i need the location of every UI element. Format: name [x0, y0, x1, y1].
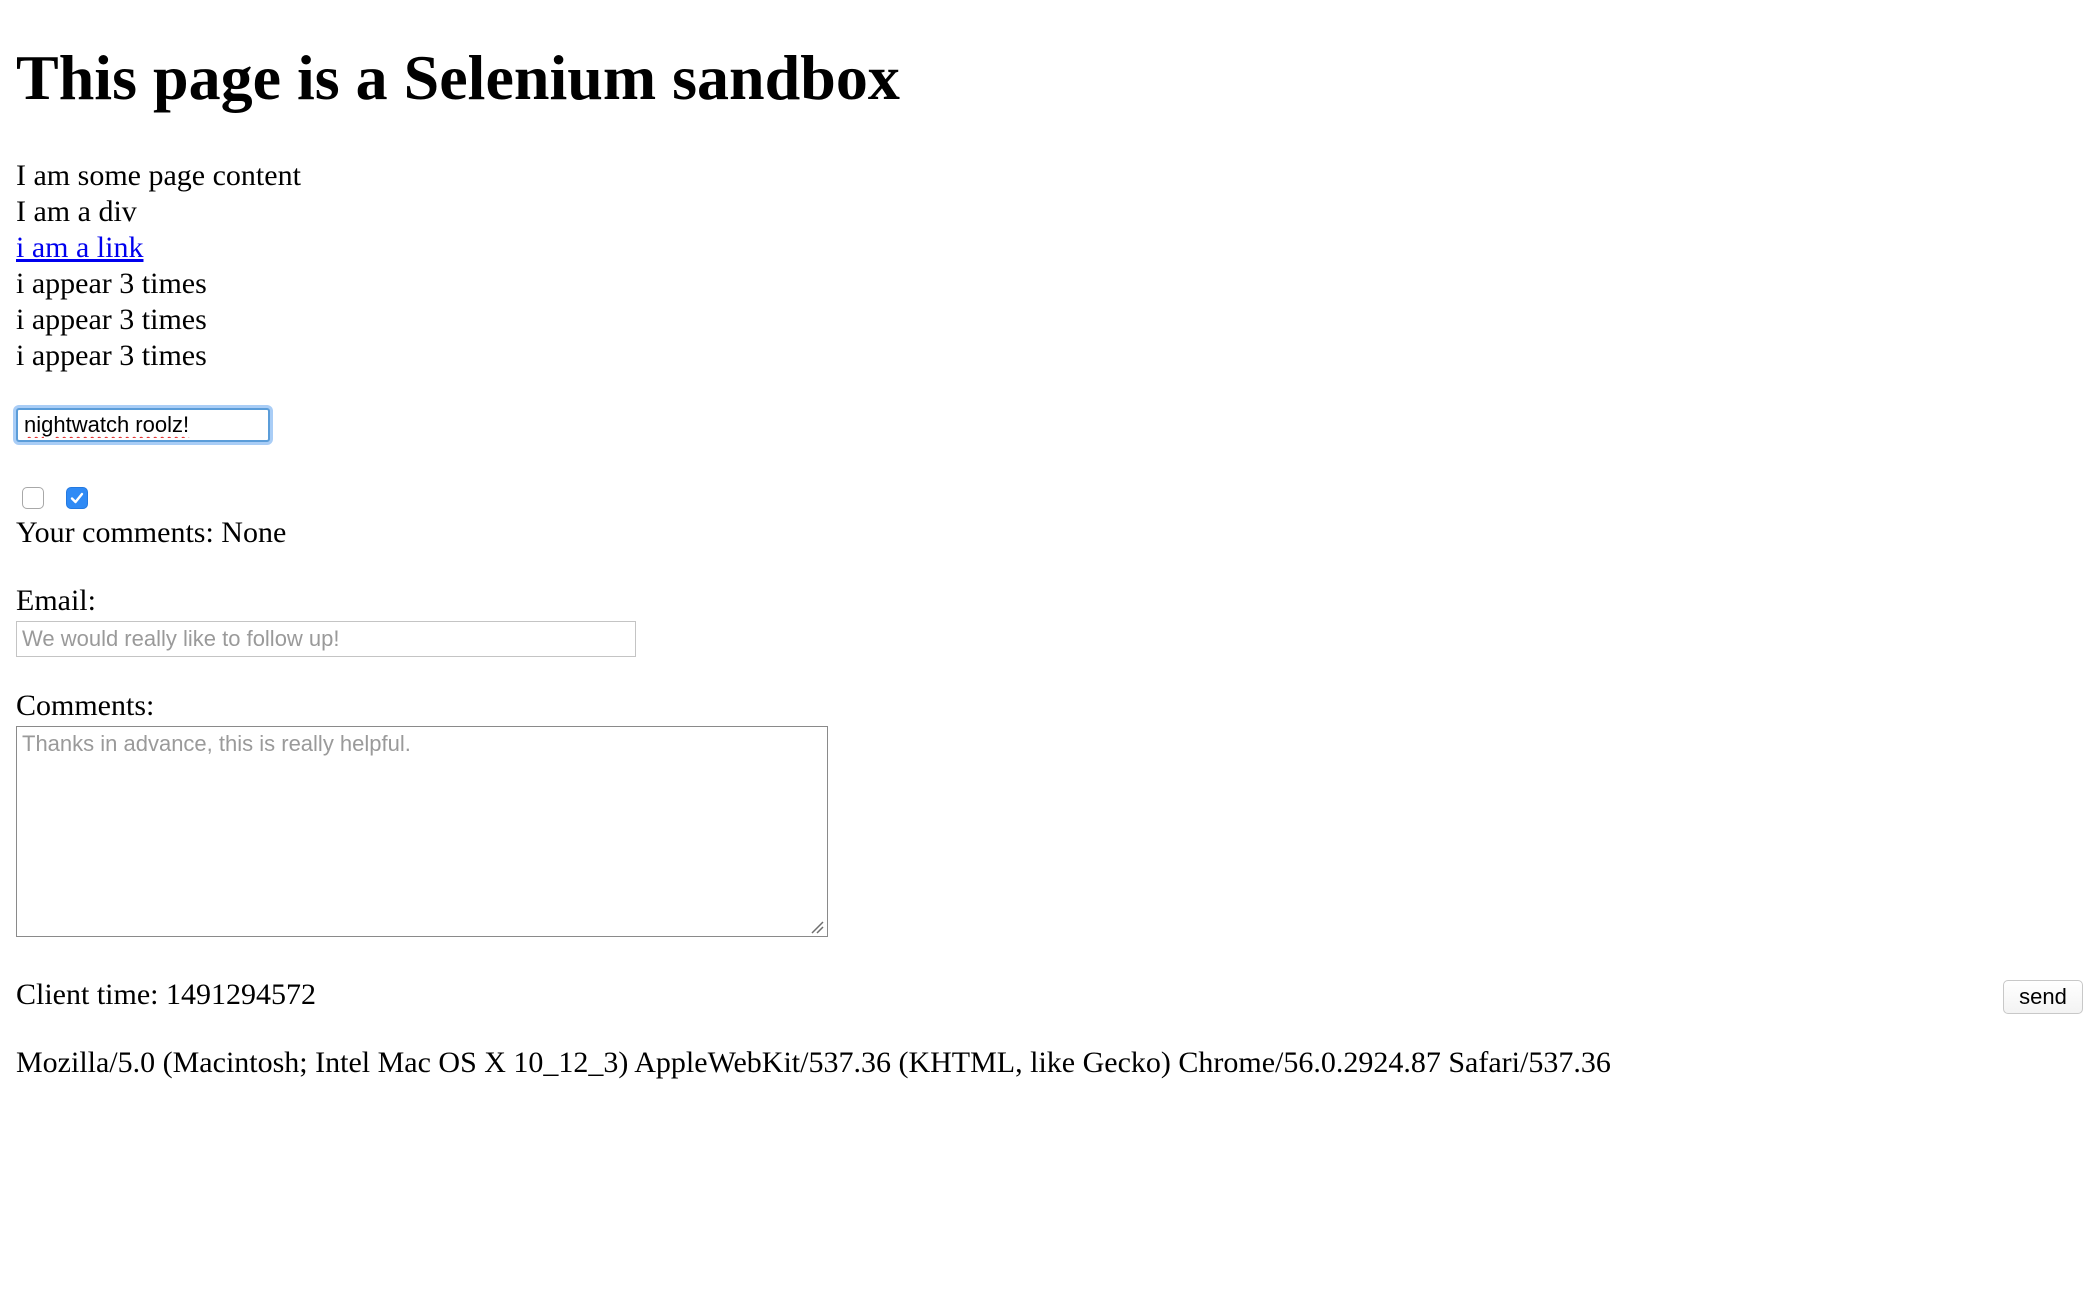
- repeated-text-2: i appear 3 times: [16, 303, 207, 336]
- comments-label: Comments:: [16, 689, 155, 722]
- text-input[interactable]: [16, 408, 270, 442]
- comments-status: Your comments: None: [16, 516, 287, 549]
- checkmark-icon: [70, 492, 84, 504]
- repeated-text-1: i appear 3 times: [16, 267, 207, 300]
- page-title: This page is a Selenium sandbox: [16, 42, 900, 113]
- page-content-text: I am some page content: [16, 159, 301, 192]
- repeated-text-3: i appear 3 times: [16, 339, 207, 372]
- page-link[interactable]: i am a link: [16, 231, 143, 264]
- div-text: I am a div: [16, 195, 137, 228]
- client-time: Client time: 1491294572: [16, 978, 316, 1011]
- resize-grip-icon[interactable]: [808, 918, 824, 934]
- comments-textarea[interactable]: [16, 726, 828, 937]
- checkbox-unchecked[interactable]: [22, 487, 44, 509]
- email-field[interactable]: [16, 621, 636, 657]
- user-agent-text: Mozilla/5.0 (Macintosh; Intel Mac OS X 1…: [16, 1046, 1611, 1079]
- email-label: Email:: [16, 584, 96, 617]
- page-body: This page is a Selenium sandbox I am som…: [16, 0, 2084, 1310]
- checkbox-checked[interactable]: [66, 487, 88, 509]
- send-button[interactable]: send: [2003, 980, 2083, 1014]
